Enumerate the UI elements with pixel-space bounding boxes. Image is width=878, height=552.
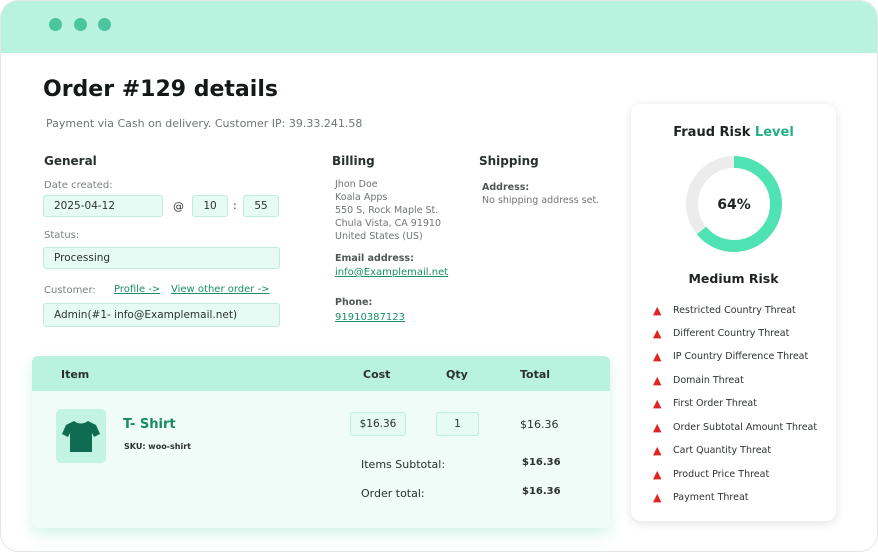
warning-icon: ▲ <box>653 491 662 504</box>
warning-icon: ▲ <box>653 327 662 340</box>
billing-heading: Billing <box>332 154 375 168</box>
threat-item: ▲ Cart Quantity Threat <box>653 444 772 457</box>
billing-street: 550 S, Rock Maple St. <box>335 205 439 216</box>
order-total-label: Order total: <box>361 487 425 500</box>
cost-input[interactable]: $16.36 <box>350 412 406 436</box>
window-maximize-dot[interactable] <box>98 18 111 31</box>
hour-input[interactable]: 10 <box>192 195 228 217</box>
threat-item: ▲ Restricted Country Threat <box>653 304 796 317</box>
minute-input[interactable]: 55 <box>243 195 279 217</box>
billing-country: United States (US) <box>335 231 423 242</box>
warning-icon: ▲ <box>653 421 662 434</box>
risk-gauge: 64% <box>686 156 782 252</box>
line-total: $16.36 <box>520 418 559 431</box>
column-qty: Qty <box>446 368 468 381</box>
app-window: Order #129 details Payment via Cash on d… <box>0 0 878 552</box>
billing-name: Jhon Doe <box>335 179 378 190</box>
threat-item: ▲ Payment Threat <box>653 491 749 504</box>
phone-link[interactable]: 91910387123 <box>335 312 405 323</box>
fraud-risk-title-accent: Level <box>754 125 794 140</box>
threat-item: ▲ Order Subtotal Amount Threat <box>653 421 818 434</box>
shipping-heading: Shipping <box>479 154 539 168</box>
date-input[interactable]: 2025-04-12 <box>43 195 163 217</box>
status-select[interactable]: Processing <box>43 247 280 269</box>
title-bar <box>1 1 877 53</box>
billing-company: Koala Apps <box>335 192 388 203</box>
risk-percent: 64% <box>717 197 751 213</box>
profile-link[interactable]: Profile -> <box>114 284 160 295</box>
risk-level-label: Medium Risk <box>688 271 779 286</box>
payment-info: Payment via Cash on delivery. Customer I… <box>46 117 363 130</box>
warning-icon: ▲ <box>653 397 662 410</box>
fraud-risk-title-prefix: Fraud Risk <box>673 125 751 140</box>
window-minimize-dot[interactable] <box>74 18 87 31</box>
threat-item: ▲ IP Country Difference Threat <box>653 350 809 363</box>
threat-item: ▲ Different Country Threat <box>653 327 790 340</box>
window-close-dot[interactable] <box>49 18 62 31</box>
threat-item: ▲ Domain Threat <box>653 374 744 387</box>
column-total: Total <box>520 368 551 381</box>
column-item: Item <box>61 368 90 381</box>
threat-item: ▲ Product Price Threat <box>653 468 770 481</box>
time-colon: : <box>233 199 237 212</box>
status-label: Status: <box>44 230 80 241</box>
warning-icon: ▲ <box>653 444 662 457</box>
items-subtotal-label: Items Subtotal: <box>361 458 446 471</box>
view-other-order-link[interactable]: View other order -> <box>171 284 270 295</box>
product-thumbnail[interactable] <box>56 409 106 463</box>
qty-input[interactable]: 1 <box>436 412 479 436</box>
fraud-risk-panel: Fraud Risk Level 64% Medium Risk ▲ Restri… <box>631 104 836 521</box>
tshirt-icon <box>62 421 100 452</box>
fraud-risk-title: Fraud Risk Level <box>631 125 836 140</box>
customer-select[interactable]: Admin(#1- info@Examplemail.net) <box>43 303 280 327</box>
page-title: Order #129 details <box>43 77 278 102</box>
billing-city: Chula Vista, CA 91910 <box>335 218 441 229</box>
warning-icon: ▲ <box>653 468 662 481</box>
warning-icon: ▲ <box>653 304 662 317</box>
general-heading: General <box>44 154 97 168</box>
product-name[interactable]: T- Shirt <box>123 417 176 432</box>
shipping-address-label: Address: <box>482 182 530 193</box>
column-cost: Cost <box>363 368 391 381</box>
shipping-address: No shipping address set. <box>482 195 600 206</box>
warning-icon: ▲ <box>653 350 662 363</box>
items-subtotal-value: $16.36 <box>522 457 561 468</box>
items-table-header: Item Cost Qty Total <box>32 356 610 391</box>
threat-item: ▲ First Order Threat <box>653 397 757 410</box>
order-total-value: $16.36 <box>522 486 561 497</box>
product-sku: SKU: woo-shirt <box>124 442 191 451</box>
warning-icon: ▲ <box>653 374 662 387</box>
phone-label: Phone: <box>335 297 373 308</box>
email-link[interactable]: info@Examplemail.net <box>335 267 448 278</box>
date-created-label: Date created: <box>44 180 113 191</box>
at-symbol: @ <box>173 200 184 213</box>
email-label: Email address: <box>335 253 414 264</box>
customer-label: Customer: <box>44 285 96 296</box>
order-items-panel: Item Cost Qty Total T- Shirt SKU: woo-sh… <box>32 356 610 528</box>
